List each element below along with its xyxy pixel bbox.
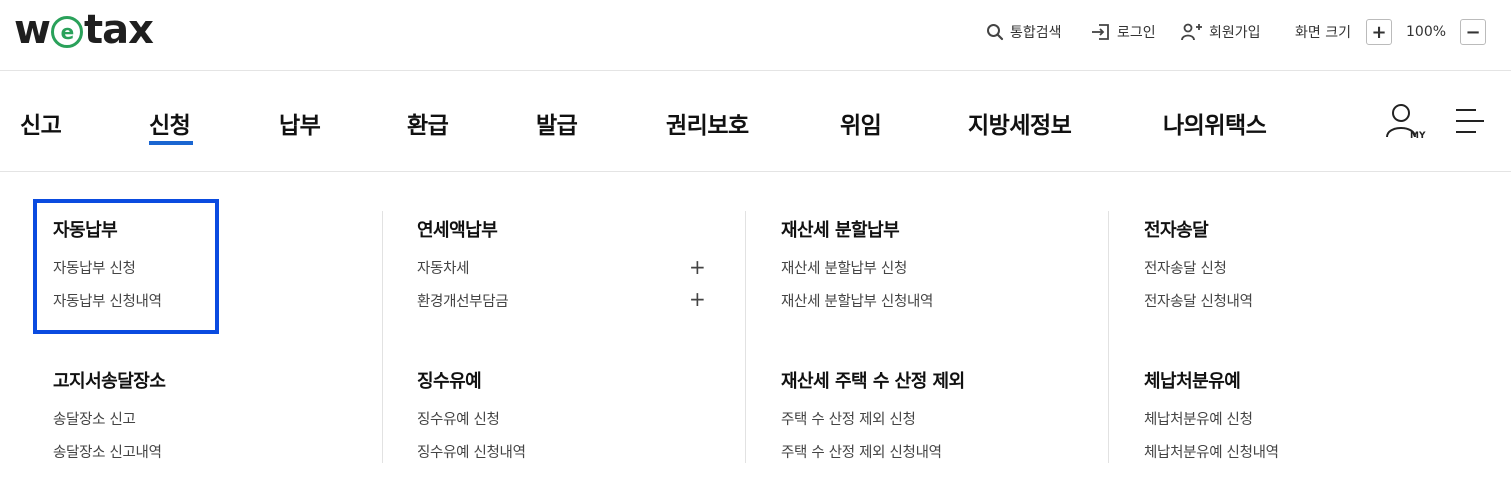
menu-link[interactable]: 전자송달 신청	[1144, 257, 1227, 278]
group-title-e-delivery[interactable]: 전자송달	[1144, 216, 1209, 242]
svg-text:MY: MY	[1410, 131, 1426, 141]
menu-link[interactable]: 송달장소 신고내역	[53, 441, 162, 462]
nav-item-report[interactable]: 신고	[20, 106, 62, 140]
my-account-icon[interactable]: MY	[1384, 103, 1426, 143]
login-link[interactable]: 로그인	[1091, 21, 1156, 43]
zoom-level: 100%	[1406, 21, 1446, 43]
active-nav-underline	[149, 141, 193, 145]
expand-plus-icon[interactable]: +	[689, 257, 706, 277]
logo-text-w: w	[14, 7, 51, 53]
signup-label: 회원가입	[1209, 25, 1261, 41]
menu-link[interactable]: 체납처분유예 신청내역	[1144, 441, 1279, 462]
group-title-notice-address[interactable]: 고지서송달장소	[53, 367, 166, 393]
nav-item-my-wetax[interactable]: 나의위택스	[1163, 106, 1267, 140]
menu-link[interactable]: 환경개선부담금	[417, 290, 509, 311]
search-icon	[987, 24, 1004, 41]
zoom-out-button[interactable]: −	[1460, 19, 1486, 45]
search-link[interactable]: 통합검색	[986, 21, 1062, 43]
expand-plus-icon[interactable]: +	[689, 289, 706, 309]
login-icon	[1092, 24, 1109, 40]
group-title-delinquency-deferral[interactable]: 체납처분유예	[1144, 367, 1241, 393]
menu-link[interactable]: 징수유예 신청	[417, 408, 500, 429]
nav-item-local-tax-info[interactable]: 지방세정보	[968, 106, 1072, 140]
logo-e-icon: e	[50, 16, 83, 48]
menu-link[interactable]: 주택 수 산정 제외 신청	[781, 408, 916, 429]
zoom-in-button[interactable]: +	[1366, 19, 1392, 45]
nav-item-apply[interactable]: 신청	[149, 106, 191, 140]
group-title-annual-payment[interactable]: 연세액납부	[417, 216, 498, 242]
column-divider	[1108, 211, 1109, 463]
wetax-logo[interactable]: w e tax	[14, 7, 154, 53]
zoom-level-text: 100%	[1406, 24, 1447, 40]
nav-item-delegation[interactable]: 위임	[840, 106, 882, 140]
nav-item-payment[interactable]: 납부	[279, 106, 321, 140]
screen-size-text: 화면 크기	[1295, 25, 1351, 41]
signup-icon	[1181, 23, 1202, 41]
menu-link[interactable]: 재산세 분할납부 신청	[781, 257, 907, 278]
screen-size-label: 화면 크기	[1295, 21, 1351, 43]
group-title-house-count-exclusion[interactable]: 재산세 주택 수 산정 제외	[781, 367, 965, 393]
main-nav: 신고 신청 납부 환급 발급 권리보호 위임 지방세정보 나의위택스	[0, 71, 1511, 172]
menu-link[interactable]: 주택 수 산정 제외 신청내역	[781, 441, 942, 462]
menu-link[interactable]: 송달장소 신고	[53, 408, 136, 429]
search-label: 통합검색	[1010, 25, 1062, 41]
nav-item-issuance[interactable]: 발급	[536, 106, 578, 140]
menu-link[interactable]: 체납처분유예 신청	[1144, 408, 1253, 429]
hamburger-menu-icon[interactable]	[1454, 107, 1486, 135]
nav-item-refund[interactable]: 환급	[407, 106, 449, 140]
signup-link[interactable]: 회원가입	[1181, 21, 1261, 43]
nav-item-rights-protection[interactable]: 권리보호	[666, 106, 749, 140]
menu-link[interactable]: 재산세 분할납부 신청내역	[781, 290, 933, 311]
menu-link[interactable]: 징수유예 신청내역	[417, 441, 526, 462]
column-divider	[745, 211, 746, 463]
top-utility-bar: w e tax 통합검색 로그인 회원가입 화면 크기 + 100% −	[0, 0, 1511, 71]
menu-link[interactable]: 자동차세	[417, 257, 469, 278]
menu-link[interactable]: 전자송달 신청내역	[1144, 290, 1253, 311]
login-label: 로그인	[1117, 25, 1156, 41]
highlight-box	[33, 199, 219, 334]
group-title-collection-deferral[interactable]: 징수유예	[417, 367, 482, 393]
logo-text-tax: tax	[83, 7, 154, 53]
group-title-property-tax-installment[interactable]: 재산세 분할납부	[781, 216, 900, 242]
column-divider	[382, 211, 383, 463]
